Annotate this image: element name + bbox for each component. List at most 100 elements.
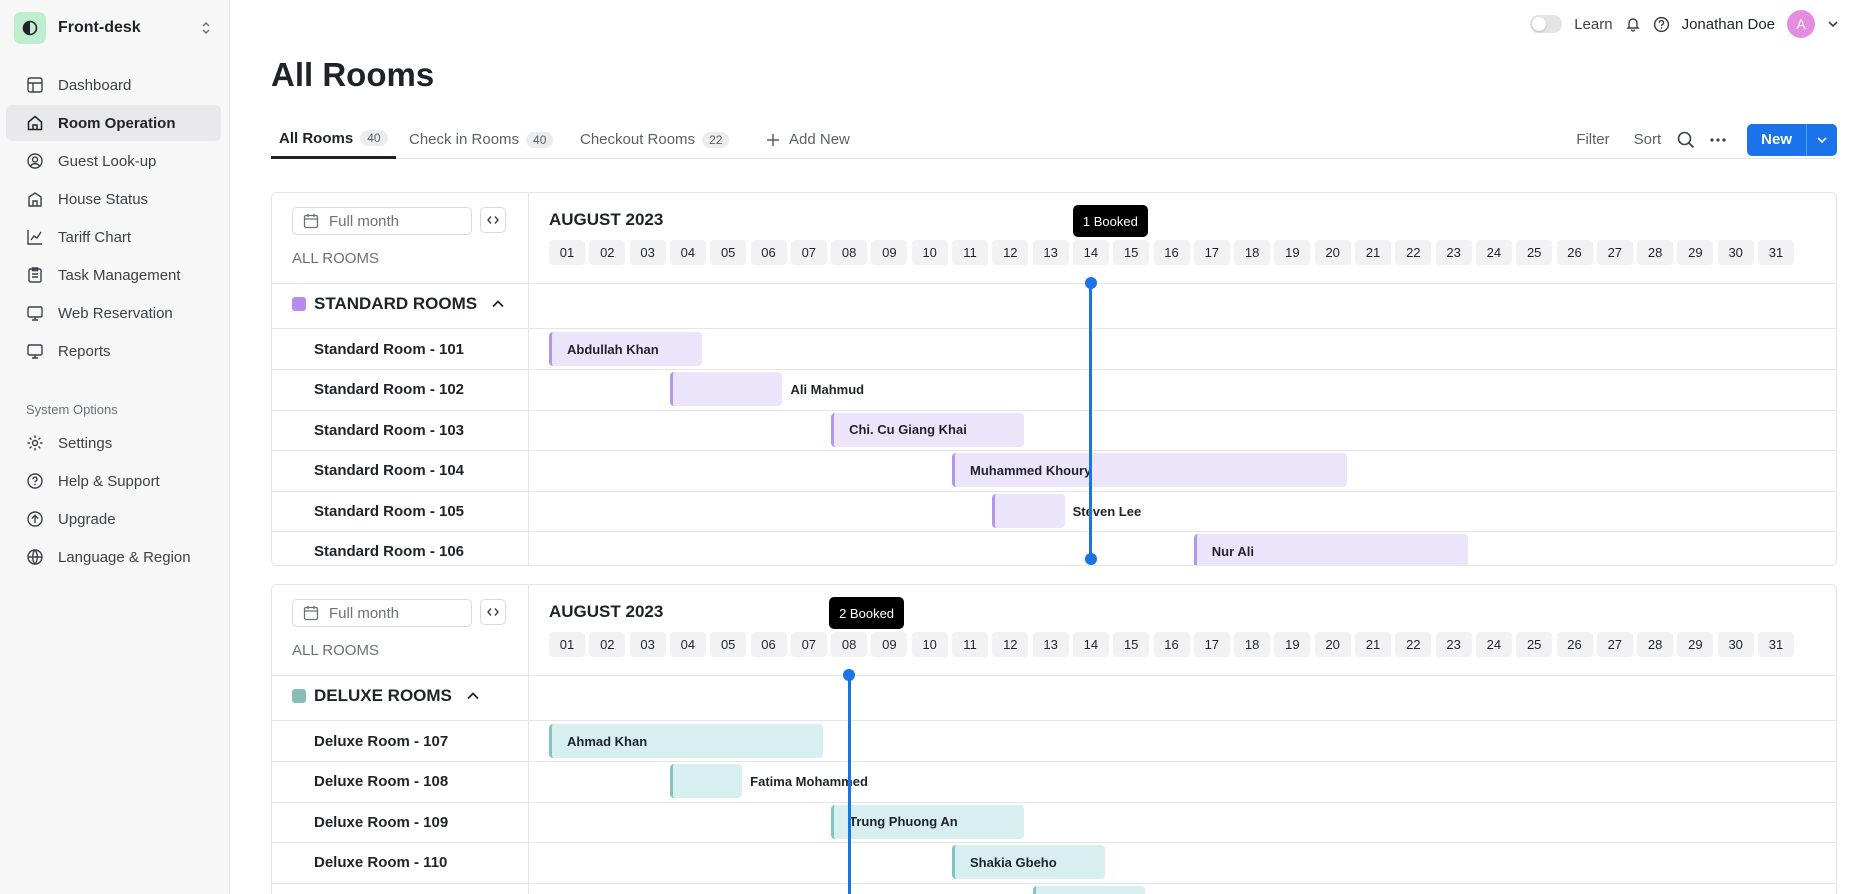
day-header-cell[interactable]: 04 [669,632,706,657]
room-name[interactable]: Standard Room - 106 [314,543,464,560]
day-header-cell[interactable]: 21 [1355,240,1391,265]
room-name[interactable]: Standard Room - 102 [314,381,464,398]
tab-check-in-rooms[interactable]: Check in Rooms 40 [409,120,554,159]
day-header-cell[interactable]: 30 [1717,632,1754,657]
day-header-cell[interactable]: 13 [1032,632,1069,657]
day-header-cell[interactable]: 29 [1677,632,1714,657]
day-header-cell[interactable]: 03 [629,240,666,265]
day-header-cell[interactable]: 25 [1516,632,1553,657]
room-name[interactable]: Deluxe Room - 110 [314,854,447,871]
day-header-cell[interactable]: 31 [1758,240,1794,265]
booking-bar[interactable]: Fatima Mohammed [669,764,868,799]
booking-bar[interactable]: Abdullah Khan [549,332,702,366]
day-header-cell[interactable]: 11 [952,632,988,657]
day-header-cell[interactable]: 09 [871,632,908,657]
day-header-cell[interactable]: 27 [1596,240,1633,265]
booking-bar[interactable]: Ahmad Khan [549,724,823,758]
view-toggle-button[interactable] [480,207,506,233]
tab-checkout-rooms[interactable]: Checkout Rooms 22 [580,120,730,159]
booking-bar[interactable] [1032,885,1146,894]
day-header-cell[interactable]: 15 [1113,240,1150,265]
tab-all-rooms[interactable]: All Rooms 40 [271,120,396,159]
day-header-cell[interactable]: 05 [710,632,747,657]
day-header-cell[interactable]: 23 [1435,240,1472,265]
day-header-cell[interactable]: 22 [1395,632,1432,657]
learn-toggle[interactable] [1530,15,1563,33]
avatar[interactable]: A [1787,10,1815,38]
user-name[interactable]: Jonathan Doe [1682,16,1775,33]
day-header-cell[interactable]: 06 [750,632,787,657]
day-header-cell[interactable]: 02 [589,240,626,265]
sidebar-item-settings[interactable]: Settings [6,425,221,461]
room-group-header[interactable]: DELUXE ROOMS [292,686,480,706]
day-header-cell[interactable]: 13 [1032,240,1069,265]
sidebar-item-reports[interactable]: Reports [6,333,221,369]
day-header-cell[interactable]: 08 [831,240,868,265]
day-header-cell[interactable]: 18 [1234,632,1271,657]
booking-bar[interactable]: Nur Ali [1193,534,1468,565]
room-name[interactable]: Deluxe Room - 107 [314,733,448,750]
day-header-cell[interactable]: 27 [1596,632,1633,657]
day-header-cell[interactable]: 24 [1475,632,1512,657]
day-header-cell[interactable]: 07 [790,632,827,657]
new-button[interactable]: New [1747,123,1806,156]
sidebar-item-help-support[interactable]: Help & Support [6,463,221,499]
workspace-switcher[interactable]: Front-desk [14,12,216,44]
day-header-cell[interactable]: 17 [1193,240,1230,265]
day-header-cell[interactable]: 05 [710,240,747,265]
chevron-up-icon[interactable] [491,297,505,311]
day-header-cell[interactable]: 01 [549,240,585,265]
month-select-input[interactable]: Full month [292,207,472,235]
today-marker-line[interactable] [1089,283,1093,559]
day-header-cell[interactable]: 07 [790,240,827,265]
day-header-cell[interactable]: 10 [911,240,948,265]
booking-bar[interactable]: Chi. Cu Giang Khai [831,412,1025,447]
day-header-cell[interactable]: 12 [992,632,1029,657]
add-new-tab-button[interactable]: Add New [766,120,850,159]
day-header-cell[interactable]: 30 [1717,240,1754,265]
day-header-cell[interactable]: 24 [1475,240,1512,265]
room-name[interactable]: Standard Room - 101 [314,341,464,358]
day-header-cell[interactable]: 26 [1556,240,1593,265]
day-header-cell[interactable]: 19 [1274,240,1311,265]
room-name[interactable]: Standard Room - 103 [314,422,464,439]
day-header-cell[interactable]: 25 [1516,240,1553,265]
room-name[interactable]: Deluxe Room - 109 [314,814,448,831]
sidebar-item-upgrade[interactable]: Upgrade [6,501,221,537]
sidebar-item-room-operation[interactable]: Room Operation [6,105,221,141]
day-header-cell[interactable]: 16 [1153,240,1190,265]
sidebar-item-house-status[interactable]: House Status [6,181,221,217]
day-header-cell[interactable]: 06 [750,240,787,265]
help-icon[interactable] [1653,16,1670,33]
sidebar-item-task-management[interactable]: Task Management [6,257,221,293]
booking-bar[interactable]: Shakia Gbeho [952,845,1105,880]
sidebar-item-language-region[interactable]: Language & Region [6,539,221,575]
filter-button[interactable]: Filter [1576,131,1609,148]
month-select-input[interactable]: Full month [292,599,472,627]
day-header-cell[interactable]: 20 [1314,632,1351,657]
day-header-cell[interactable]: 22 [1395,240,1432,265]
room-name[interactable]: Deluxe Room - 108 [314,773,448,790]
day-header-cell[interactable]: 10 [911,632,948,657]
day-header-cell[interactable]: 17 [1193,632,1230,657]
today-marker-line[interactable] [847,675,851,894]
day-header-cell[interactable]: 20 [1314,240,1351,265]
booking-bar[interactable]: Trung Phuong An [831,804,1025,839]
day-header-cell[interactable]: 08 [831,632,868,657]
day-header-cell[interactable]: 29 [1677,240,1714,265]
day-header-cell[interactable]: 14 [1072,632,1109,657]
day-header-cell[interactable]: 14 [1072,240,1109,265]
today-marker-handle[interactable] [1084,277,1097,289]
day-header-cell[interactable]: 15 [1113,632,1150,657]
sidebar-item-dashboard[interactable]: Dashboard [6,67,221,103]
chevron-down-icon[interactable] [1827,18,1839,30]
booking-bar[interactable]: Steven Lee [992,493,1141,528]
room-name[interactable]: Standard Room - 104 [314,462,464,479]
sidebar-item-guest-look-up[interactable]: Guest Look-up [6,143,221,179]
day-header-cell[interactable]: 04 [669,240,706,265]
room-group-header[interactable]: STANDARD ROOMS [292,294,505,314]
day-header-cell[interactable]: 28 [1637,240,1674,265]
sidebar-item-web-reservation[interactable]: Web Reservation [6,295,221,331]
day-header-cell[interactable]: 12 [992,240,1029,265]
day-header-cell[interactable]: 02 [589,632,626,657]
